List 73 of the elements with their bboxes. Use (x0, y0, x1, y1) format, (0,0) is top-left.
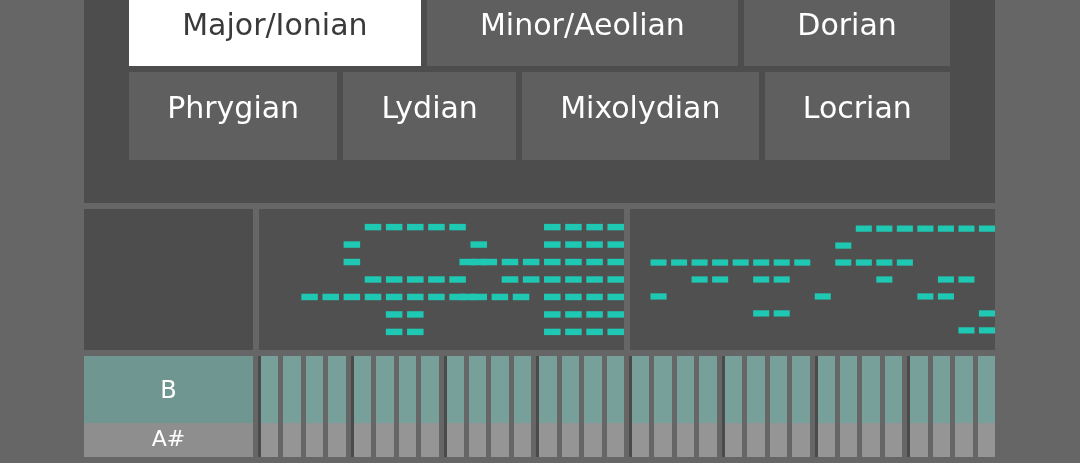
step-cell[interactable] (561, 356, 580, 423)
step-cell[interactable] (328, 423, 346, 457)
note-label[interactable]: A# (84, 423, 253, 457)
step-cell[interactable] (792, 423, 810, 457)
step-cell[interactable] (907, 423, 928, 457)
step-cell[interactable] (584, 423, 602, 457)
step-cell[interactable] (629, 356, 650, 423)
step-cell[interactable] (305, 423, 324, 457)
scale-button[interactable]: Mixolydian (522, 72, 759, 160)
step-cell[interactable] (283, 423, 301, 457)
step-cell[interactable] (654, 356, 672, 423)
step-cell[interactable] (747, 356, 765, 423)
step-cell[interactable] (491, 356, 509, 423)
scale-button[interactable]: Phrygian (129, 72, 338, 160)
step-cell[interactable] (421, 423, 439, 457)
step-cell[interactable] (699, 423, 717, 457)
step-cell[interactable] (350, 356, 372, 423)
step-cell[interactable] (468, 423, 487, 457)
step-cell[interactable] (443, 356, 464, 423)
step-cell[interactable] (955, 423, 973, 457)
scale-button[interactable]: Locrian (764, 72, 950, 160)
step-cell[interactable] (513, 356, 532, 423)
step-cell[interactable] (721, 356, 743, 423)
step-cell[interactable] (606, 423, 624, 457)
step-cell[interactable] (305, 356, 324, 423)
step-cell[interactable] (421, 356, 439, 423)
step-cell[interactable] (884, 356, 903, 423)
scale-button[interactable]: Minor/Aeolian (426, 0, 739, 66)
step-cell[interactable] (398, 423, 417, 457)
step-cell[interactable] (536, 356, 557, 423)
scale-button[interactable]: Dorian (744, 0, 950, 66)
step-cell[interactable] (258, 356, 279, 423)
step-cell[interactable] (769, 423, 788, 457)
step-cell[interactable] (654, 423, 672, 457)
step-cell[interactable] (536, 423, 557, 457)
step-cell[interactable] (258, 423, 279, 457)
step-cell[interactable] (676, 423, 695, 457)
step-cell[interactable] (769, 356, 788, 423)
step-cell[interactable] (792, 356, 810, 423)
step-cell[interactable] (932, 423, 951, 457)
step-cell[interactable] (606, 356, 624, 423)
step-cell[interactable] (862, 356, 880, 423)
step-cell[interactable] (839, 356, 858, 423)
step-cell[interactable] (443, 423, 464, 457)
step-cell[interactable] (862, 423, 880, 457)
step-cell[interactable] (932, 356, 951, 423)
step-cell[interactable] (955, 356, 973, 423)
note-label[interactable]: B (84, 356, 253, 423)
step-cell[interactable] (814, 356, 835, 423)
step-cell[interactable] (977, 423, 995, 457)
scale-button[interactable]: Major/Ionian (129, 0, 421, 66)
step-cell[interactable] (839, 423, 858, 457)
step-cell[interactable] (328, 356, 346, 423)
step-cell[interactable] (699, 356, 717, 423)
step-cell[interactable] (491, 423, 509, 457)
step-cell[interactable] (676, 356, 695, 423)
step-cell[interactable] (398, 356, 417, 423)
step-cell[interactable] (907, 356, 928, 423)
step-cell[interactable] (513, 423, 532, 457)
step-cell[interactable] (350, 423, 372, 457)
step-cell[interactable] (747, 423, 765, 457)
step-cell[interactable] (977, 356, 995, 423)
step-cell[interactable] (468, 356, 487, 423)
step-cell[interactable] (376, 423, 394, 457)
step-cell[interactable] (584, 356, 602, 423)
step-cell[interactable] (561, 423, 580, 457)
step-cell[interactable] (376, 356, 394, 423)
step-cell[interactable] (884, 423, 903, 457)
step-cell[interactable] (629, 423, 650, 457)
step-cell[interactable] (814, 423, 835, 457)
step-cell[interactable] (283, 356, 301, 423)
scale-button[interactable]: Lydian (343, 72, 517, 160)
step-cell[interactable] (721, 423, 743, 457)
